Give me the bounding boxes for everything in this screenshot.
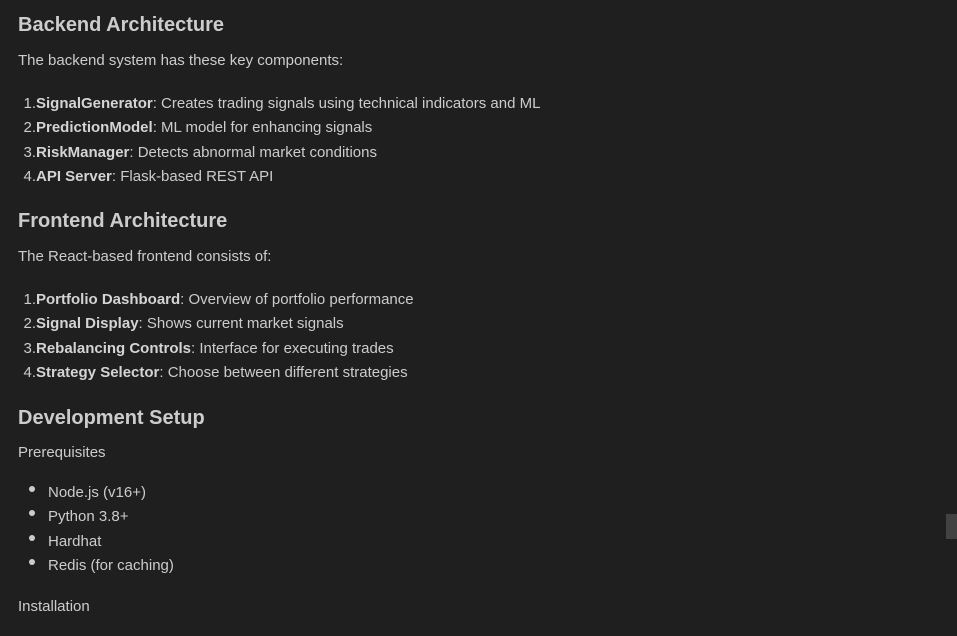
list-item: 4.API Server: Flask-based REST API — [23, 168, 274, 186]
backend-intro: The backend system has these key compone… — [18, 52, 344, 69]
list-item: Python 3.8+ — [29, 508, 129, 526]
frontend-heading: Frontend Architecture — [18, 210, 228, 232]
frontend-list: 1.Portfolio Dashboard: Overview of portf… — [1, 288, 414, 386]
setup-heading: Development Setup — [18, 407, 205, 429]
backend-list: 1.SignalGenerator: Creates trading signa… — [1, 92, 540, 190]
prerequisites-list: Node.js (v16+) Python 3.8+ Hardhat Redis… — [18, 481, 174, 579]
backend-heading: Backend Architecture — [18, 14, 224, 36]
list-item: 2.PredictionModel: ML model for enhancin… — [23, 119, 373, 137]
installation-label: Installation — [18, 598, 90, 615]
scrollbar-thumb[interactable] — [946, 514, 957, 539]
prerequisites-label: Prerequisites — [18, 444, 106, 461]
list-item: Redis (for caching) — [29, 557, 174, 575]
list-item: Hardhat — [29, 532, 102, 550]
list-item: 4.Strategy Selector: Choose between diff… — [23, 364, 408, 382]
list-item: 2.Signal Display: Shows current market s… — [23, 315, 344, 333]
frontend-intro: The React-based frontend consists of: — [18, 248, 272, 265]
list-item: 1.Portfolio Dashboard: Overview of portf… — [23, 291, 414, 308]
list-item: Node.js (v16+) — [29, 484, 146, 501]
list-item: 3.RiskManager: Detects abnormal market c… — [23, 143, 377, 161]
list-item: 1.SignalGenerator: Creates trading signa… — [23, 95, 541, 112]
list-item: 3.Rebalancing Controls: Interface for ex… — [23, 339, 394, 357]
